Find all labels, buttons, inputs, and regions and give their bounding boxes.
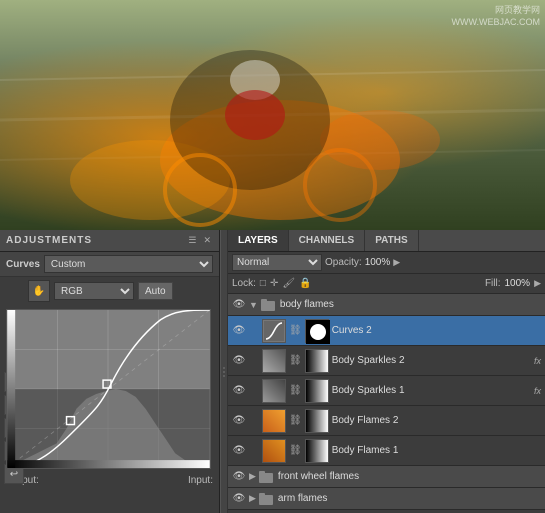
curves-labels: Output: Input: xyxy=(0,473,219,488)
opacity-value: 100% xyxy=(365,257,391,268)
lock-all-icon[interactable]: 🔒 xyxy=(299,278,311,289)
auto-button[interactable]: Auto xyxy=(138,282,173,300)
lock-transparent-icon[interactable]: □ xyxy=(260,278,266,289)
chain-icon-5: ⛓ xyxy=(289,445,302,456)
photo-canvas: 网页教学网 WWW.WEBJAC.COM xyxy=(0,0,545,230)
layer-thumb-flames2 xyxy=(262,409,286,433)
layer-sparkles1[interactable]: 👁 ⛓ Body Sparkles 1 fx xyxy=(228,376,545,406)
layer-curves2[interactable]: 👁 ⛓ Curves 2 xyxy=(228,316,545,346)
curves-row: Curves Custom xyxy=(0,252,219,277)
folder-icon-7 xyxy=(259,491,275,507)
curves-graph[interactable] xyxy=(6,309,211,469)
layer-sparkles2[interactable]: 👁 ⛓ Body Sparkles 2 fx xyxy=(228,346,545,376)
tab-layers[interactable]: LAYERS xyxy=(228,230,289,251)
group-arrow-7[interactable]: ▶ xyxy=(249,493,256,504)
fill-arrow[interactable]: ▶ xyxy=(534,278,541,289)
group-arrow-0[interactable]: ▼ xyxy=(249,300,258,310)
header-controls: ☰ ✕ xyxy=(186,235,213,246)
folder-icon-6 xyxy=(259,469,275,485)
chain-icon-4: ⛓ xyxy=(289,415,302,426)
layer-name-sparkles1: Body Sparkles 1 xyxy=(332,385,531,396)
eye-icon-1[interactable]: 👁 xyxy=(232,324,246,338)
tools-row: ✋ RGB Auto xyxy=(0,277,219,305)
layer-name-group-0: body flames xyxy=(280,299,541,310)
chain-icon-1: ⛓ xyxy=(289,325,302,336)
layer-mask-flames1 xyxy=(305,439,329,463)
mask-thumb-svg xyxy=(306,320,330,344)
resize-dots xyxy=(223,367,225,377)
tab-channels[interactable]: CHANNELS xyxy=(289,230,366,251)
layers-tabs: LAYERS CHANNELS PATHS xyxy=(228,230,545,252)
fill-label: Fill: xyxy=(485,278,501,289)
layer-flames2[interactable]: 👁 ⛓ Body Flames 2 xyxy=(228,406,545,436)
adjustments-title: ADJUSTMENTS xyxy=(6,235,92,246)
curves-thumb-icon xyxy=(264,321,284,341)
eye-icon-4[interactable]: 👁 xyxy=(232,414,246,428)
layer-name-group-6: front wheel flames xyxy=(278,471,541,482)
blend-opacity-row: Normal Opacity: 100% ▶ xyxy=(228,252,545,274)
lock-paint-icon[interactable]: 🖌 xyxy=(282,278,295,289)
layer-thumb-curves2 xyxy=(262,319,286,343)
panel-close-btn[interactable]: ✕ xyxy=(201,235,213,246)
layer-mask-sparkles2 xyxy=(305,349,329,373)
layer-name-curves2: Curves 2 xyxy=(332,325,541,336)
eye-icon-6[interactable]: 👁 xyxy=(232,470,246,484)
layer-flames1[interactable]: 👁 ⛓ Body Flames 1 xyxy=(228,436,545,466)
layers-list: 👁 ▼ body flames 👁 xyxy=(228,294,545,513)
adjustments-header: ADJUSTMENTS ☰ ✕ xyxy=(0,230,219,252)
panel-menu-btn[interactable]: ☰ xyxy=(186,235,198,246)
adjustments-panel: ADJUSTMENTS ☰ ✕ Curves Custom ✋ RGB Auto xyxy=(0,230,220,513)
chain-icon-3: ⛓ xyxy=(289,385,302,396)
layer-thumb-sparkles2 xyxy=(262,349,286,373)
hand-tool[interactable]: ✋ xyxy=(28,280,50,302)
layer-thumb-flames1 xyxy=(262,439,286,463)
eye-icon-7[interactable]: 👁 xyxy=(232,492,246,506)
layer-mask-curves2 xyxy=(305,319,329,343)
layer-fx-sparkles2: fx xyxy=(534,356,541,366)
layer-mask-flames2 xyxy=(305,409,329,433)
opacity-label: Opacity: xyxy=(325,257,362,268)
lock-fill-row: Lock: □ ✛ 🖌 🔒 Fill: 100% ▶ xyxy=(228,274,545,294)
tab-paths[interactable]: PATHS xyxy=(365,230,418,251)
layer-group-front-wheel[interactable]: 👁 ▶ front wheel flames xyxy=(228,466,545,488)
layer-thumb-sparkles1 xyxy=(262,379,286,403)
photo-overlay xyxy=(0,0,545,230)
eye-icon-0[interactable]: 👁 xyxy=(232,298,246,312)
eye-icon-5[interactable]: 👁 xyxy=(232,444,246,458)
lock-label: Lock: xyxy=(232,278,256,289)
eye-icon-2[interactable]: 👁 xyxy=(232,354,246,368)
fill-value: 100% xyxy=(505,278,531,289)
panel-resize-handle[interactable] xyxy=(220,230,228,513)
input-label: Input: xyxy=(188,475,213,486)
layer-group-body-flames[interactable]: 👁 ▼ body flames xyxy=(228,294,545,316)
layer-name-flames2: Body Flames 2 xyxy=(332,415,541,426)
curves-svg xyxy=(7,310,210,468)
adjustments-inner: ✋ RGB Auto 🖊 ✏ 📝 〜 ↩ xyxy=(0,277,219,488)
curves-preset-select[interactable]: Custom xyxy=(44,255,213,273)
lock-move-icon[interactable]: ✛ xyxy=(270,278,278,289)
layer-name-sparkles2: Body Sparkles 2 xyxy=(332,355,531,366)
layer-group-arm-flames[interactable]: 👁 ▶ arm flames xyxy=(228,488,545,510)
folder-icon-0 xyxy=(261,297,277,313)
layers-panel: LAYERS CHANNELS PATHS Normal Opacity: 10… xyxy=(228,230,545,513)
opacity-arrow[interactable]: ▶ xyxy=(393,257,400,268)
layer-name-group-7: arm flames xyxy=(278,493,541,504)
layer-mask-sparkles1 xyxy=(305,379,329,403)
eye-icon-3[interactable]: 👁 xyxy=(232,384,246,398)
chain-icon-2: ⛓ xyxy=(289,355,302,366)
blend-mode-select[interactable]: Normal xyxy=(232,254,322,271)
layer-name-flames1: Body Flames 1 xyxy=(332,445,541,456)
group-arrow-6[interactable]: ▶ xyxy=(249,471,256,482)
channel-select[interactable]: RGB xyxy=(54,282,134,300)
watermark: 网页教学网 WWW.WEBJAC.COM xyxy=(452,5,541,28)
curves-label: Curves xyxy=(6,259,40,270)
layer-fx-sparkles1: fx xyxy=(534,386,541,396)
